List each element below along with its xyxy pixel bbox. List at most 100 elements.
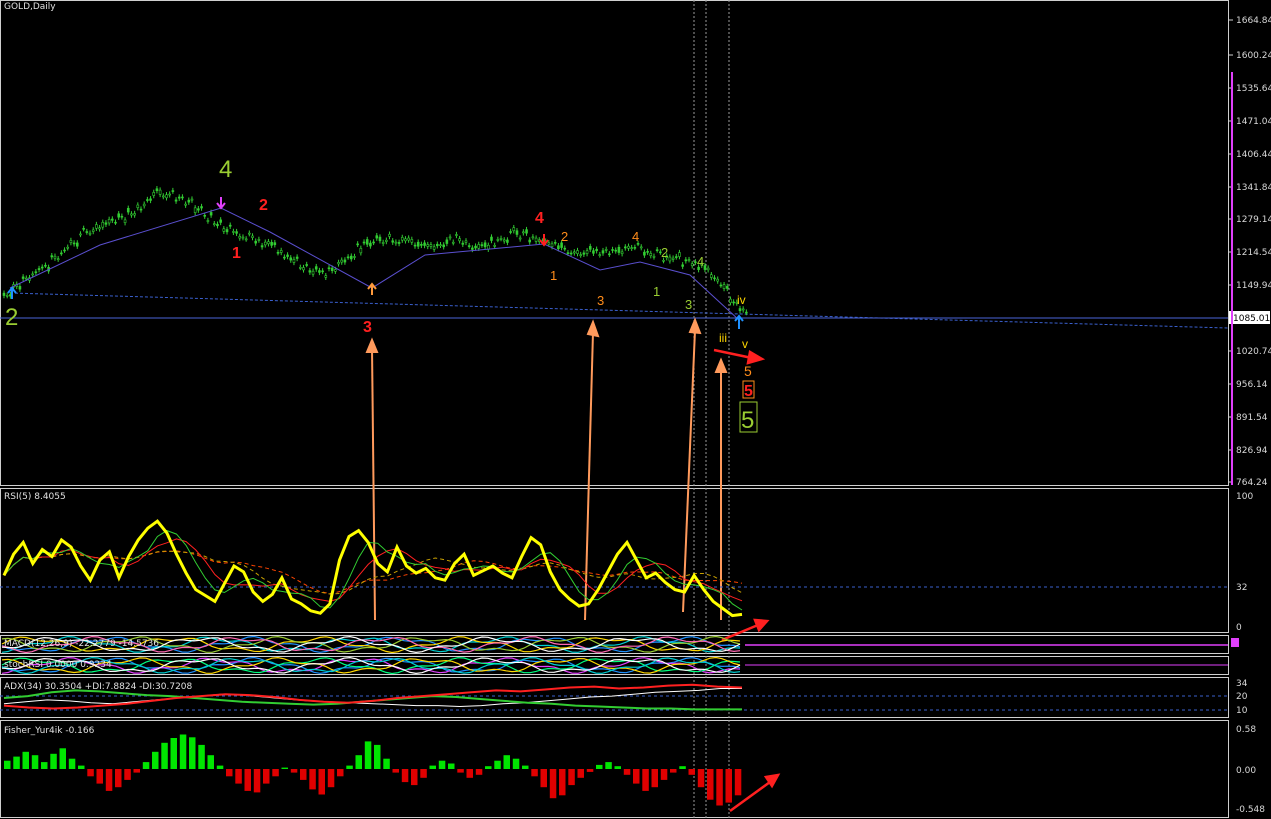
fisher-bar [96,769,103,784]
candle-body [633,247,637,249]
candle-body [44,264,47,267]
candle-body [690,263,694,267]
candle-body [31,273,34,276]
fisher-bar [105,769,113,791]
candle-body [289,257,293,261]
candle-body [404,238,407,242]
current-price-label: 1085.01 [1233,314,1270,324]
candle-body [397,242,401,244]
wave-label: 1 [653,284,660,299]
wave-label: 2 [661,245,668,260]
fisher-bar [540,769,547,788]
fisher-bar [78,765,85,769]
fisher-bar [522,765,529,769]
fisher-title: Fisher_Yur4ik -0.166 [4,726,95,736]
candle-body [706,267,710,271]
candle-body [627,245,630,249]
candle-body [60,252,63,255]
candle-body [620,251,624,255]
candle-body [91,229,95,232]
candle-body [292,259,296,263]
candle-body [573,251,576,254]
candle-body [149,198,152,201]
candle-body [232,231,235,233]
adx-level-label: 20 [1236,692,1248,702]
fisher-bar [68,758,76,769]
candle-body [611,249,614,251]
candle-body [190,198,194,201]
fisher-bar [13,756,20,769]
candle-body [25,277,28,280]
wave-label: v [742,337,748,351]
candle-body [142,203,146,207]
price-panel-frame [0,0,1229,486]
candle-body [158,189,162,195]
candle-body [394,241,398,244]
candle-body [745,311,748,314]
candle-body [662,259,665,262]
candle-body [630,247,633,249]
fisher-bar [642,769,649,791]
macd-value-tag [1231,638,1239,647]
candle-body [270,242,273,246]
wave-label: 2 [561,229,568,244]
candle-body [385,239,388,242]
stoch-title: stochRSI 0.0000 0.9234 [4,660,112,670]
wave-label: 1 [232,245,241,262]
candle-body [547,242,551,245]
candle-body [738,308,742,312]
candle-body [525,229,528,234]
candle-body [557,245,560,249]
candle-body [260,245,264,248]
candle-body [305,264,308,266]
fisher-bar [198,744,205,769]
fisher-bar [337,769,344,777]
candle-body [646,251,649,253]
candle-body [649,253,653,256]
wave-label: 3 [685,297,692,312]
chart-title: GOLD,Daily [4,2,56,12]
candle-body [88,232,92,235]
candle-body [53,255,57,259]
fisher-bar [707,769,714,800]
fisher-bar [59,748,66,769]
candle-body [130,213,133,216]
arrow-down-icon [216,197,226,210]
fisher-bar [670,769,677,773]
price-tick-label: 1279.14 [1236,215,1271,225]
price-tick-label: 764.24 [1236,478,1268,488]
candle-body [369,242,372,247]
candle-body [585,250,589,254]
wave-label: 2 [5,304,18,331]
wave-label: 3 [597,293,604,308]
fisher-bar [688,769,695,775]
candle-body [429,244,433,247]
candle-body [126,207,130,213]
candle-body [98,227,101,230]
price-tick-label: 1600.24 [1236,51,1271,61]
fisher-bar [660,769,668,780]
candle-body [343,259,347,263]
candle-body [531,236,535,239]
wave-label: iii [719,331,727,345]
candle-body [432,246,436,250]
candle-body [321,270,324,273]
wave-label: 2 [259,197,268,214]
fisher-bar [161,742,168,769]
candle-body [162,195,165,198]
candle-body [82,228,85,230]
candle-body [639,246,643,249]
candle-body [18,286,22,290]
fisher-bar [614,766,621,769]
rsi-level-label: 32 [1236,583,1247,593]
fisher-bar [401,769,409,783]
trading-chart-window: 1664.84 1600.24 1535.64 1471.04 1406.44 1341.… [0,0,1271,819]
candle-body [174,199,178,202]
candle-body [608,253,611,256]
candle-body [66,246,70,249]
candle-body [267,241,270,245]
zigzag-line [9,207,740,321]
candle-body [203,215,207,217]
candle-body [722,284,726,289]
candle-body [372,241,375,244]
